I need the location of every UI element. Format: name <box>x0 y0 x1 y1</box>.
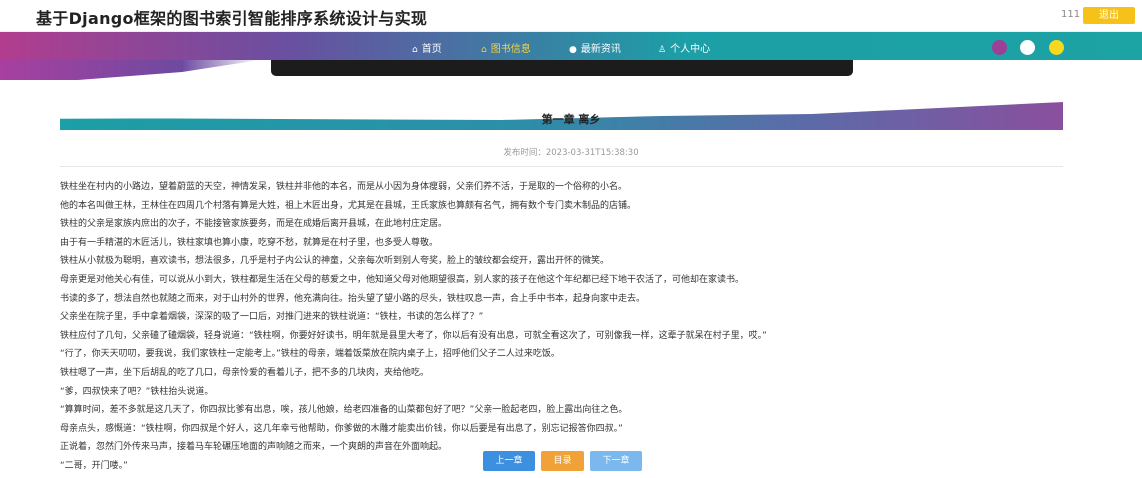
book-cover-image <box>271 60 853 76</box>
divider <box>60 166 1063 167</box>
news-icon: ● <box>569 45 577 55</box>
paragraph: “算算时间，差不多就是这几天了，你四叔比爹有出息，唉，孩儿他娘，给老四准备的山菜… <box>60 405 628 416</box>
paragraph: 母亲更是对他关心有佳，可以说从小到大，铁柱都是生活在父母的慈爱之中，他知道父母对… <box>60 274 745 285</box>
paragraph: 铁柱嗯了一声，坐下后胡乱的吃了几口，母亲怜爱的看着儿子，把不多的几块肉，夹给他吃… <box>60 367 430 378</box>
book-icon: ⌂ <box>481 45 487 55</box>
paragraph: “爹，四叔快来了吧？”铁柱抬头说道。 <box>60 386 214 397</box>
nav-item-label: 首页 <box>421 44 442 55</box>
next-chapter-button[interactable]: 下一章 <box>590 451 642 471</box>
nav-item-profile[interactable]: ♙ 个人中心 <box>658 40 710 55</box>
nav-item-news[interactable]: ● 最新资讯 <box>569 40 621 55</box>
paragraph: 铁柱坐在村内的小路边，望着蔚蓝的天空，神情发呆，铁柱并非他的本名，而是从小因为身… <box>60 182 628 192</box>
logout-button[interactable]: 退出 <box>1083 7 1135 24</box>
navbar-decoration <box>0 60 260 80</box>
catalog-button[interactable]: 目录 <box>541 451 584 471</box>
paragraph: 父亲坐在院子里，手中拿着烟袋，深深的吸了一口后，对推门进来的铁柱说道：“铁柱，书… <box>60 312 484 323</box>
app-title: 基于Django框架的图书索引智能排序系统设计与实现 <box>36 9 428 28</box>
theme-yellow-dot[interactable] <box>1049 40 1064 55</box>
prev-chapter-button[interactable]: 上一章 <box>483 451 535 471</box>
nav-item-label: 最新资讯 <box>580 44 621 55</box>
top-header: 基于Django框架的图书索引智能排序系统设计与实现 111 退出 <box>0 0 1142 32</box>
paragraph: 他的本名叫做王林，王林住在四周几个村落有算是大姓，祖上木匠出身，尤其是在县城，王… <box>60 200 637 211</box>
paragraph: 书读的多了，想法自然也就随之而来，对于山村外的世界，他充满向往。抬头望了望小路的… <box>60 293 646 304</box>
theme-purple-dot[interactable] <box>992 40 1007 55</box>
paragraph: 由于有一手精湛的木匠活儿，铁柱家填也算小康，吃穿不愁，就算是在村子里，也多受人尊… <box>60 237 439 248</box>
theme-white-dot[interactable] <box>1020 40 1035 55</box>
user-name: 111 <box>1061 9 1081 20</box>
nav-item-home[interactable]: ⌂ 首页 <box>412 40 442 55</box>
nav-item-label: 个人中心 <box>670 44 711 55</box>
paragraph: 铁柱应付了几句，父亲磕了磕烟袋，轻身说道：“铁柱啊，你要好好读书，明年就是县里大… <box>60 330 767 341</box>
home-icon: ⌂ <box>412 45 418 55</box>
nav-item-label: 图书信息 <box>490 44 531 55</box>
paragraph: 母亲点头，感慨道：“铁柱啊，你四叔是个好人，这几年幸亏他帮助，你爹做的木雕才能卖… <box>60 423 623 434</box>
nav-item-books[interactable]: ⌂ 图书信息 <box>481 40 531 55</box>
user-icon: ♙ <box>658 45 667 55</box>
paragraph: “行了，你天天叨叨，要我说，我们家铁柱一定能考上。”铁柱的母亲，端着饭菜放在院内… <box>60 349 560 360</box>
publish-time: 发布时间：2023-03-31T15:38:30 <box>503 148 639 158</box>
chapter-content: 铁柱坐在村内的小路边，望着蔚蓝的天空，神情发呆，铁柱并非他的本名，而是从小因为身… <box>60 180 1060 478</box>
paragraph: 铁柱从小就极为聪明，喜欢读书，想法很多，几乎是村子内公认的神童，父亲每次听到别人… <box>60 256 610 267</box>
chapter-title: 第一章 离乡 <box>541 113 601 126</box>
paragraph: 铁柱的父亲是家族内庶出的次子，不能接管家族要务，而是在成婚后离开县城，在此地村庄… <box>60 219 448 230</box>
